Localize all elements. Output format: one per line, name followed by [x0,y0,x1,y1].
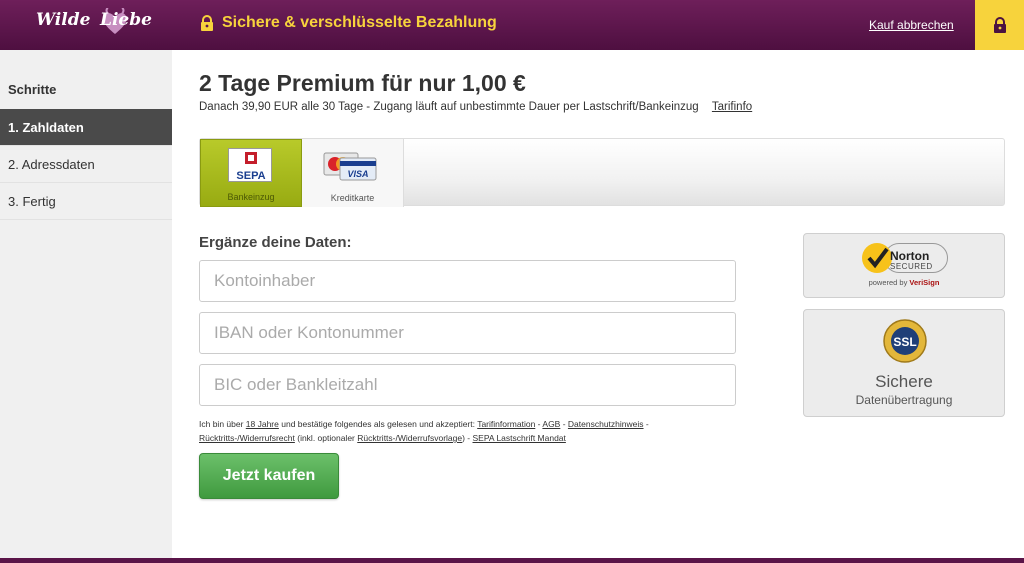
steps-title: Schritte [8,82,57,97]
age-link[interactable]: 18 Jahre [246,419,279,429]
step-payment-data[interactable]: 1. Zahldaten [0,109,182,146]
norton-name: Norton [890,249,930,263]
withdrawal-form-link[interactable]: Rücktritts-/Widerrufsvorlage [357,433,462,443]
account-owner-input[interactable] [199,260,736,302]
ssl-badge: SSL Sichere Datenübertragung [803,309,1005,417]
bottom-strip [0,558,1024,563]
secure-payment-title: Sichere & verschlüsselte Bezahlung [200,14,497,32]
sepa-mandate-link[interactable]: SEPA Lastschrift Mandat [473,433,566,443]
agb-link[interactable]: AGB [542,419,560,429]
logo[interactable]: Wilde Liebe [30,0,170,50]
lock-icon [201,15,213,31]
norton-secured-badge: Norton SECURED powered by VeriSign [803,233,1005,298]
steps-sidebar: Schritte 1. Zahldaten 2. Adressdaten 3. … [0,50,182,558]
tab-credit-card[interactable]: VISA Kreditkarte [302,139,404,207]
step-address-data[interactable]: 2. Adressdaten [0,146,172,183]
norton-check-icon [862,243,892,273]
ssl-seal-text: SSL [893,335,916,349]
secure-lock-box [975,0,1024,50]
payment-method-tabs: SEPA Bankeinzug VISA Kreditkarte [199,138,1005,207]
terms-separator: - [560,419,568,429]
tab-bank-debit-label: Bankeinzug [227,192,275,202]
terms-text: Ich bin über 18 Jahre und bestätige folg… [199,417,759,445]
tarif-info-link[interactable]: Tarifinfo [712,101,752,113]
terms-separator: - [643,419,649,429]
withdrawal-link[interactable]: Rücktritts-/Widerrufsrecht [199,433,295,443]
tab-bank-debit[interactable]: SEPA Bankeinzug [200,139,302,207]
terms-text-part: ) - [462,433,473,443]
logo-text-right: Liebe [100,10,152,30]
terms-text-part: (inkl. optionaler [294,433,358,443]
ssl-subtitle: Datenübertragung [855,393,953,407]
ssl-seal-icon: SSL [883,319,927,363]
svg-text:VISA: VISA [347,169,368,179]
verisign-text: powered by VeriSign [804,278,1004,287]
price-subtitle: Danach 39,90 EUR alle 30 Tage - Zugang l… [199,101,752,113]
credit-card-icon: VISA [323,152,377,181]
terms-text-part: und bestätige folgendes als gelesen und … [278,419,478,429]
logo-text-left: Wilde [36,10,91,30]
terms-text-part: Ich bin über [199,419,246,429]
lock-icon [993,17,1006,33]
norton-secured-text: SECURED [890,262,933,271]
powered-by-text: powered by [868,278,910,287]
main-content: 2 Tage Premium für nur 1,00 € Danach 39,… [172,50,1024,558]
bic-input[interactable] [199,364,736,406]
sepa-icon: SEPA [228,148,272,182]
verisign-name: VeriSign [909,278,940,287]
iban-input[interactable] [199,312,736,354]
form-heading: Ergänze deine Daten: [199,234,352,251]
ssl-title: Sichere [875,372,933,391]
tarif-information-link[interactable]: Tarifinformation [477,419,535,429]
cancel-purchase-link[interactable]: Kauf abbrechen [869,18,954,32]
sepa-logo-text: SEPA [236,170,265,182]
subtitle-text: Danach 39,90 EUR alle 30 Tage - Zugang l… [199,101,699,113]
secure-payment-text: Sichere & verschlüsselte Bezahlung [222,14,497,31]
privacy-link[interactable]: Datenschutzhinweis [568,419,644,429]
page-title: 2 Tage Premium für nur 1,00 € [199,70,526,96]
top-header: Wilde Liebe Sichere & verschlüsselte Bez… [0,0,1024,50]
buy-now-button[interactable]: Jetzt kaufen [199,453,339,499]
tab-credit-card-label: Kreditkarte [330,193,375,203]
step-done[interactable]: 3. Fertig [0,183,172,220]
